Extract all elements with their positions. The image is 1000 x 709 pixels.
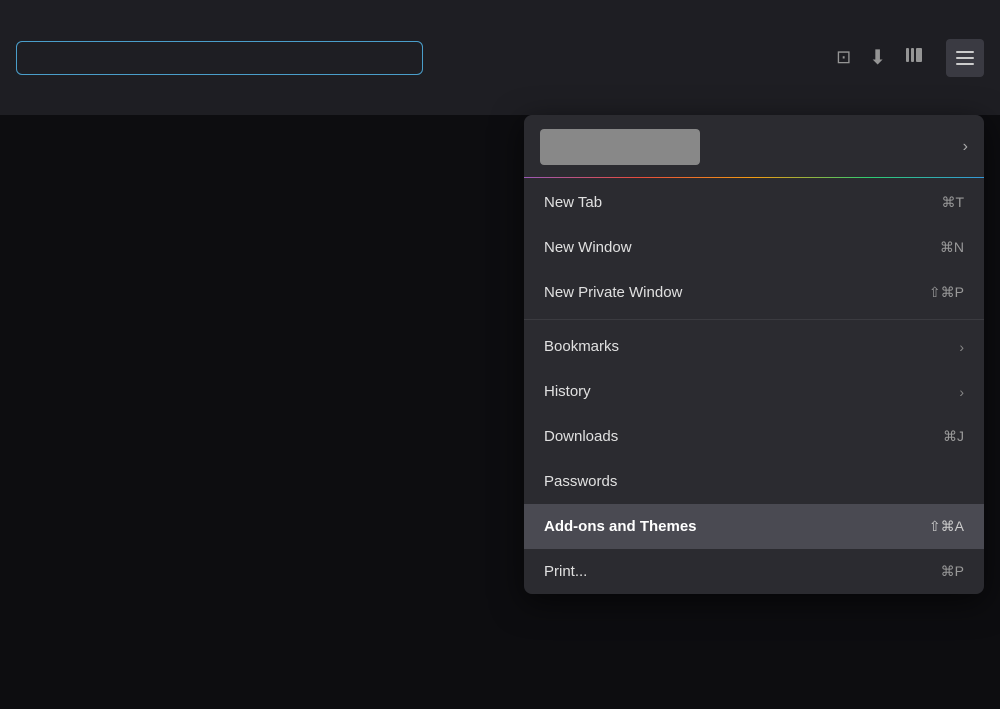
history-chevron-icon: › <box>959 384 964 400</box>
history-label: History <box>544 383 591 400</box>
hamburger-menu-button[interactable] <box>946 39 984 77</box>
addons-themes-label: Add-ons and Themes <box>544 518 697 535</box>
new-window-label: New Window <box>544 239 632 256</box>
app-menu-dropdown: › New Tab ⌘T New Window ⌘N New Private W… <box>524 115 984 594</box>
new-tab-label: New Tab <box>544 194 602 211</box>
browser-toolbar: ⊡ ⬇ <box>0 0 1000 115</box>
menu-header: › <box>524 115 984 175</box>
menu-item-print[interactable]: Print... ⌘P <box>524 549 984 594</box>
menu-item-new-tab[interactable]: New Tab ⌘T <box>524 180 984 225</box>
header-chevron-icon[interactable]: › <box>963 138 968 156</box>
bookmarks-label: Bookmarks <box>544 338 619 355</box>
library-icon[interactable] <box>904 44 926 71</box>
new-private-window-label: New Private Window <box>544 284 682 301</box>
downloads-label: Downloads <box>544 428 618 445</box>
toolbar-icons: ⊡ ⬇ <box>836 44 926 71</box>
menu-item-new-private-window[interactable]: New Private Window ⇧⌘P <box>524 270 984 315</box>
download-icon[interactable]: ⬇ <box>869 45 886 70</box>
menu-item-passwords[interactable]: Passwords <box>524 459 984 504</box>
print-shortcut: ⌘P <box>941 563 964 580</box>
downloads-shortcut: ⌘J <box>943 428 964 445</box>
new-window-shortcut: ⌘N <box>940 239 964 256</box>
bookmarks-chevron-icon: › <box>959 339 964 355</box>
hamburger-line-2 <box>956 57 974 59</box>
hamburger-line-1 <box>956 51 974 53</box>
profile-placeholder <box>540 129 700 165</box>
menu-item-addons-themes[interactable]: Add-ons and Themes ⇧⌘A <box>524 504 984 549</box>
menu-item-history[interactable]: History › <box>524 369 984 414</box>
hamburger-line-3 <box>956 63 974 65</box>
new-private-window-shortcut: ⇧⌘P <box>929 284 964 301</box>
rainbow-divider <box>524 177 984 178</box>
menu-item-downloads[interactable]: Downloads ⌘J <box>524 414 984 459</box>
new-tab-shortcut: ⌘T <box>941 194 964 211</box>
menu-item-new-window[interactable]: New Window ⌘N <box>524 225 984 270</box>
section-divider-1 <box>524 319 984 320</box>
passwords-label: Passwords <box>544 473 617 490</box>
address-bar[interactable] <box>16 41 423 75</box>
print-label: Print... <box>544 563 587 580</box>
addons-themes-shortcut: ⇧⌘A <box>929 518 964 535</box>
pocket-icon[interactable]: ⊡ <box>836 47 851 68</box>
menu-item-bookmarks[interactable]: Bookmarks › <box>524 324 984 369</box>
